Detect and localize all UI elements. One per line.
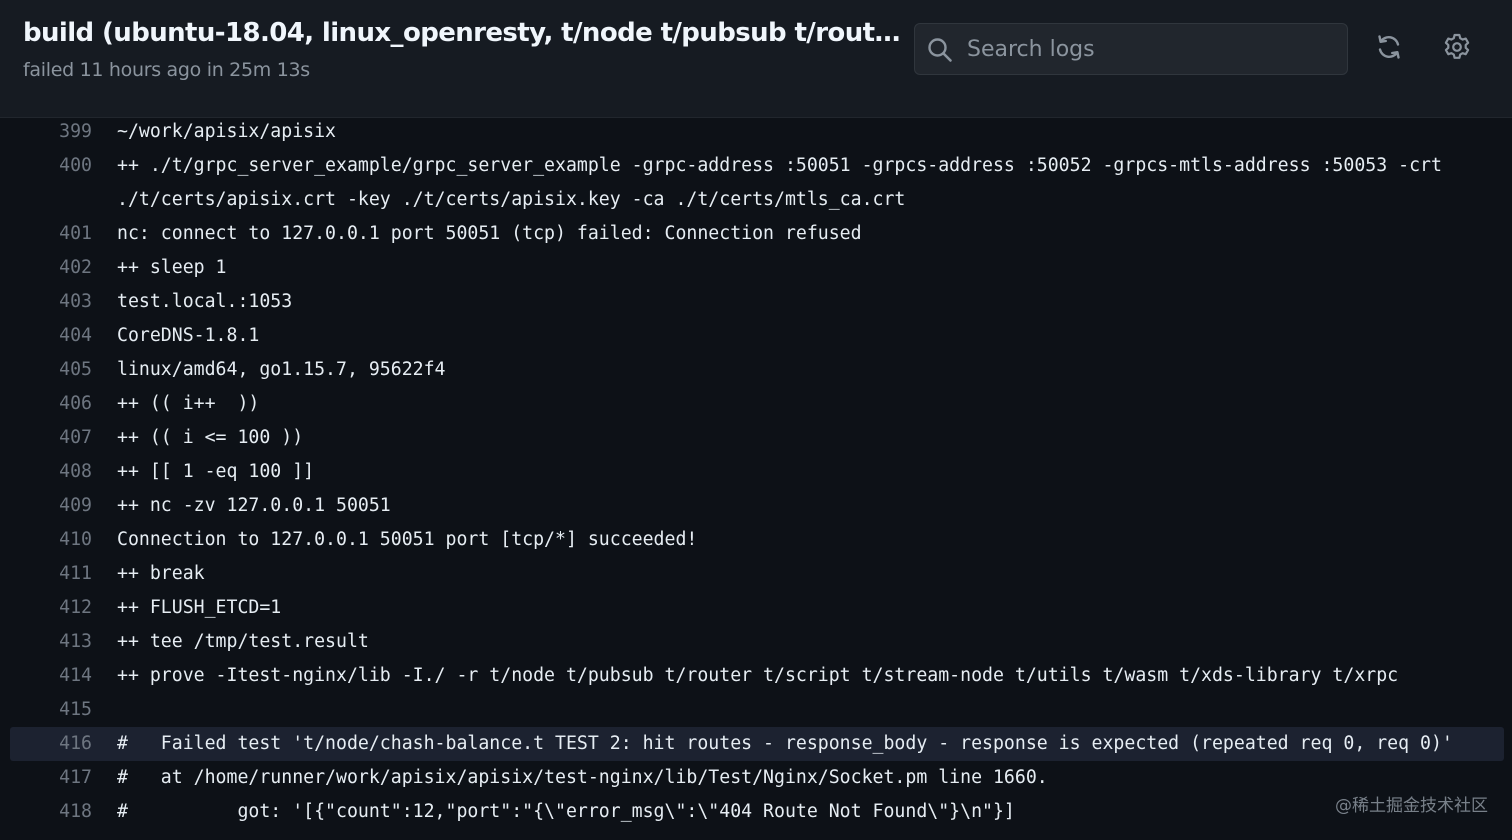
log-line[interactable]: 413 ++ tee /tmp/test.result — [0, 625, 1512, 659]
line-number[interactable]: 401 — [46, 217, 92, 251]
gear-icon — [1442, 32, 1472, 67]
log-line[interactable]: 410 Connection to 127.0.0.1 50051 port [t… — [0, 523, 1512, 557]
line-number[interactable]: 409 — [46, 489, 92, 523]
line-number[interactable]: 415 — [46, 693, 92, 727]
job-title: build (ubuntu-18.04, linux_openresty, t/… — [23, 18, 905, 48]
log-line-text: ~/work/apisix/apisix — [117, 121, 336, 142]
line-number[interactable]: 402 — [46, 251, 92, 285]
settings-button[interactable] — [1440, 32, 1474, 66]
line-number[interactable]: 403 — [46, 285, 92, 319]
log-line[interactable]: 402 ++ sleep 1 — [0, 251, 1512, 285]
log-line-text: ++ ./t/grpc_server_example/grpc_server_e… — [117, 155, 1442, 176]
log-line-text: # Failed test 't/node/chash-balance.t TE… — [117, 733, 1453, 754]
watermark: @稀土掘金技术社区 — [1335, 796, 1488, 816]
log-line[interactable]: 418 # got: '[{"count":12,"port":"{\"error… — [0, 795, 1512, 829]
log-line[interactable]: 411 ++ break — [0, 557, 1512, 591]
log-line[interactable]: 403 test.local.:1053 — [0, 285, 1512, 319]
log-line-text: ++ (( i <= 100 )) — [117, 427, 304, 448]
log-line-text: ++ [[ 1 -eq 100 ]] — [117, 461, 315, 482]
log-line-text: linux/amd64, go1.15.7, 95622f4 — [117, 359, 446, 380]
refresh-button[interactable] — [1372, 32, 1406, 66]
line-number[interactable]: 413 — [46, 625, 92, 659]
log-line-text: ++ nc -zv 127.0.0.1 50051 — [117, 495, 391, 516]
job-header: build (ubuntu-18.04, linux_openresty, t/… — [0, 0, 1512, 118]
log-line[interactable]: 401 nc: connect to 127.0.0.1 port 50051 (… — [0, 217, 1512, 251]
line-number[interactable]: 411 — [46, 557, 92, 591]
log-line-text: # at /home/runner/work/apisix/apisix/tes… — [117, 767, 1048, 788]
line-number[interactable]: 412 — [46, 591, 92, 625]
log-line[interactable]: 415 — [0, 693, 1512, 727]
log-line[interactable]: 404 CoreDNS-1.8.1 — [0, 319, 1512, 353]
line-number[interactable]: 404 — [46, 319, 92, 353]
log-line-text: ++ FLUSH_ETCD=1 — [117, 597, 282, 618]
line-number[interactable]: 416 — [46, 727, 92, 761]
log-line[interactable]: 412 ++ FLUSH_ETCD=1 — [0, 591, 1512, 625]
log-line-text: ++ prove -Itest-nginx/lib -I./ -r t/node… — [117, 665, 1399, 686]
log-line-text: # got: '[{"count":12,"port":"{\"error_ms… — [117, 801, 1015, 822]
log-line[interactable]: 405 linux/amd64, go1.15.7, 95622f4 — [0, 353, 1512, 387]
log-line-text: ./t/certs/apisix.crt -key ./t/certs/apis… — [117, 189, 906, 210]
log-line-text: nc: connect to 127.0.0.1 port 50051 (tcp… — [117, 223, 862, 244]
job-status: failed 11 hours ago in 25m 13s — [23, 59, 310, 81]
line-number[interactable]: 418 — [46, 795, 92, 829]
log-line-text: ++ break — [117, 563, 205, 584]
log-line[interactable]: ./t/certs/apisix.crt -key ./t/certs/apis… — [0, 183, 1512, 217]
line-number[interactable]: 406 — [46, 387, 92, 421]
log-line[interactable]: 409 ++ nc -zv 127.0.0.1 50051 — [0, 489, 1512, 523]
log-line[interactable]: 406 ++ (( i++ )) — [0, 387, 1512, 421]
line-number[interactable]: 405 — [46, 353, 92, 387]
line-number[interactable]: 399 — [46, 119, 92, 149]
search-icon — [927, 37, 953, 63]
line-number[interactable]: 414 — [46, 659, 92, 693]
log-line[interactable]: 400 ++ ./t/grpc_server_example/grpc_serve… — [0, 149, 1512, 183]
log-line-text: CoreDNS-1.8.1 — [117, 325, 260, 346]
log-line[interactable]: 414 ++ prove -Itest-nginx/lib -I./ -r t/n… — [0, 659, 1512, 693]
line-number[interactable]: 407 — [46, 421, 92, 455]
log-line[interactable]: 416 # Failed test 't/node/chash-balance.t… — [10, 727, 1504, 761]
search-box[interactable] — [914, 23, 1348, 75]
refresh-icon — [1374, 32, 1404, 67]
search-logs-input[interactable] — [967, 24, 1337, 74]
log-line-text: ++ (( i++ )) — [117, 393, 260, 414]
line-number[interactable]: 410 — [46, 523, 92, 557]
log-line[interactable]: 407 ++ (( i <= 100 )) — [0, 421, 1512, 455]
log-line[interactable]: 417 # at /home/runner/work/apisix/apisix/… — [0, 761, 1512, 795]
log-line[interactable]: 399 ~/work/apisix/apisix — [0, 119, 1512, 149]
line-number[interactable]: 400 — [46, 149, 92, 183]
log-line-text: ++ tee /tmp/test.result — [117, 631, 369, 652]
log-line-text: test.local.:1053 — [117, 291, 293, 312]
log-output: 399 ~/work/apisix/apisix 400 ++ ./t/grpc_se… — [0, 119, 1512, 840]
log-line-text: Connection to 127.0.0.1 50051 port [tcp/… — [117, 529, 698, 550]
line-number[interactable]: 417 — [46, 761, 92, 795]
line-number[interactable]: 408 — [46, 455, 92, 489]
log-line-text: ++ sleep 1 — [117, 257, 227, 278]
log-line[interactable]: 408 ++ [[ 1 -eq 100 ]] — [0, 455, 1512, 489]
